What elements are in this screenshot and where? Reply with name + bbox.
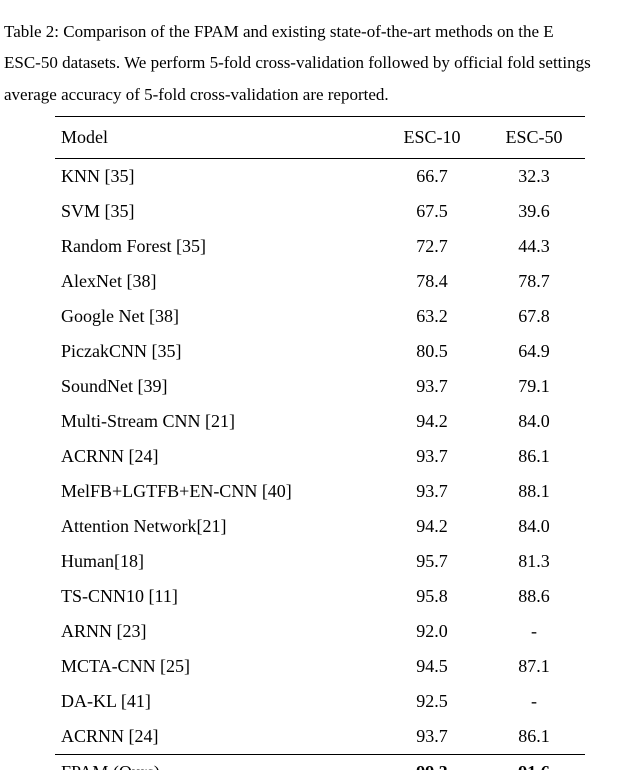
cell-esc50: 44.3 — [483, 229, 585, 264]
cell-model: ARNN [23] — [55, 614, 381, 649]
cell-esc10: 93.7 — [381, 439, 483, 474]
table-row: DA-KL [41] 92.5 - — [55, 684, 585, 719]
table-caption: Table 2: Comparison of the FPAM and exis… — [0, 16, 640, 110]
col-esc10: ESC-10 — [381, 117, 483, 159]
table-row: MCTA-CNN [25] 94.5 87.1 — [55, 649, 585, 684]
table-row: ARNN [23] 92.0 - — [55, 614, 585, 649]
cell-esc10: 94.5 — [381, 649, 483, 684]
cell-esc50: 88.6 — [483, 579, 585, 614]
table-row: SoundNet [39] 93.7 79.1 — [55, 369, 585, 404]
cell-esc10: 63.2 — [381, 299, 483, 334]
table-row: Random Forest [35] 72.7 44.3 — [55, 229, 585, 264]
page: Table 2: Comparison of the FPAM and exis… — [0, 0, 640, 770]
caption-line-2: ESC-50 datasets. We perform 5-fold cross… — [4, 53, 591, 72]
table-row: AlexNet [38] 78.4 78.7 — [55, 264, 585, 299]
table-row: KNN [35] 66.7 32.3 — [55, 159, 585, 195]
cell-esc50: 91.6 — [483, 755, 585, 770]
cell-model: MCTA-CNN [25] — [55, 649, 381, 684]
table-row: Human[18] 95.7 81.3 — [55, 544, 585, 579]
caption-line-3: average accuracy of 5-fold cross-validat… — [4, 85, 389, 104]
table-row: Google Net [38] 63.2 67.8 — [55, 299, 585, 334]
cell-esc50: 78.7 — [483, 264, 585, 299]
cell-esc50: 87.1 — [483, 649, 585, 684]
cell-model: ACRNN [24] — [55, 719, 381, 755]
cell-esc50: 39.6 — [483, 194, 585, 229]
table-wrap: Model ESC-10 ESC-50 KNN [35] 66.7 32.3 S… — [55, 116, 585, 770]
cell-esc10: 93.7 — [381, 719, 483, 755]
cell-model: Random Forest [35] — [55, 229, 381, 264]
cell-model: SVM [35] — [55, 194, 381, 229]
table-row: ACRNN [24] 93.7 86.1 — [55, 719, 585, 755]
results-table: Model ESC-10 ESC-50 KNN [35] 66.7 32.3 S… — [55, 116, 585, 770]
table-header-row: Model ESC-10 ESC-50 — [55, 117, 585, 159]
cell-model: FPAM (Ours) — [55, 755, 381, 770]
cell-model: TS-CNN10 [11] — [55, 579, 381, 614]
table-row: MelFB+LGTFB+EN-CNN [40] 93.7 88.1 — [55, 474, 585, 509]
cell-esc50: 86.1 — [483, 439, 585, 474]
cell-model: MelFB+LGTFB+EN-CNN [40] — [55, 474, 381, 509]
cell-esc10: 92.0 — [381, 614, 483, 649]
cell-esc50: 79.1 — [483, 369, 585, 404]
cell-model: AlexNet [38] — [55, 264, 381, 299]
col-model: Model — [55, 117, 381, 159]
cell-esc10: 80.5 — [381, 334, 483, 369]
table-row: Multi-Stream CNN [21] 94.2 84.0 — [55, 404, 585, 439]
cell-esc10: 78.4 — [381, 264, 483, 299]
cell-esc50: 32.3 — [483, 159, 585, 195]
cell-esc50: 64.9 — [483, 334, 585, 369]
cell-esc50: 81.3 — [483, 544, 585, 579]
cell-model: Human[18] — [55, 544, 381, 579]
cell-esc10: 94.2 — [381, 404, 483, 439]
cell-esc50: 86.1 — [483, 719, 585, 755]
table-row: ACRNN [24] 93.7 86.1 — [55, 439, 585, 474]
cell-esc10: 99.3 — [381, 755, 483, 770]
cell-esc50: 88.1 — [483, 474, 585, 509]
cell-esc10: 95.7 — [381, 544, 483, 579]
col-esc50: ESC-50 — [483, 117, 585, 159]
table-row: TS-CNN10 [11] 95.8 88.6 — [55, 579, 585, 614]
cell-esc10: 66.7 — [381, 159, 483, 195]
cell-model: KNN [35] — [55, 159, 381, 195]
cell-esc10: 92.5 — [381, 684, 483, 719]
table-row-ours: FPAM (Ours) 99.3 91.6 — [55, 755, 585, 770]
table-row: Attention Network[21] 94.2 84.0 — [55, 509, 585, 544]
cell-esc10: 72.7 — [381, 229, 483, 264]
cell-esc10: 93.7 — [381, 474, 483, 509]
cell-model: PiczakCNN [35] — [55, 334, 381, 369]
cell-esc10: 95.8 — [381, 579, 483, 614]
cell-esc50: - — [483, 684, 585, 719]
cell-esc50: 84.0 — [483, 509, 585, 544]
cell-model: DA-KL [41] — [55, 684, 381, 719]
cell-model: Multi-Stream CNN [21] — [55, 404, 381, 439]
table-row: SVM [35] 67.5 39.6 — [55, 194, 585, 229]
cell-model: Google Net [38] — [55, 299, 381, 334]
cell-model: ACRNN [24] — [55, 439, 381, 474]
cell-esc10: 94.2 — [381, 509, 483, 544]
cell-esc50: 67.8 — [483, 299, 585, 334]
cell-model: SoundNet [39] — [55, 369, 381, 404]
caption-line-1: Table 2: Comparison of the FPAM and exis… — [4, 22, 554, 41]
cell-esc50: - — [483, 614, 585, 649]
cell-esc10: 67.5 — [381, 194, 483, 229]
cell-esc50: 84.0 — [483, 404, 585, 439]
cell-model: Attention Network[21] — [55, 509, 381, 544]
table-row: PiczakCNN [35] 80.5 64.9 — [55, 334, 585, 369]
cell-esc10: 93.7 — [381, 369, 483, 404]
